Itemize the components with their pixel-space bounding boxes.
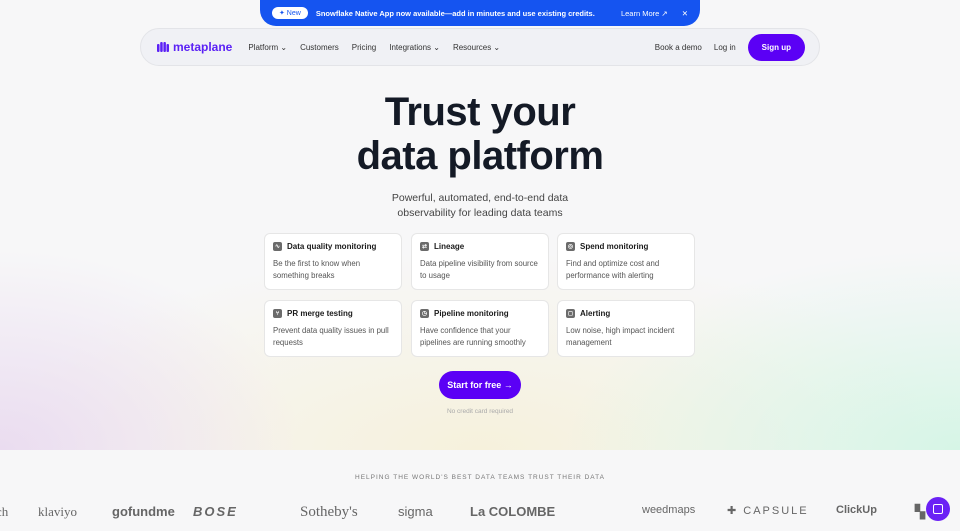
- new-badge: ✦ New: [272, 7, 308, 19]
- customer-logo: sigma: [398, 504, 433, 519]
- lineage-icon: ⇄: [420, 242, 429, 251]
- subtitle-line-1: Powerful, automated, end-to-end data: [391, 192, 569, 204]
- customer-logo: ch: [0, 504, 9, 519]
- git-merge-icon: ⑂: [273, 309, 282, 318]
- feature-description: Find and optimize cost and performance w…: [566, 259, 660, 280]
- page-title: Trust your data platform: [0, 90, 960, 178]
- feature-title: Data quality monitoring: [287, 242, 377, 251]
- feature-title-row: ⇄ Lineage: [420, 242, 540, 251]
- feature-card[interactable]: ◷ Pipeline monitoring Have confidence that…: [411, 300, 549, 357]
- feature-title-row: ∿ Data quality monitoring: [273, 242, 393, 251]
- customer-logo: gofundme: [112, 504, 175, 519]
- title-line-1: Trust your: [384, 90, 576, 134]
- nav-platform[interactable]: Platform ⌄: [248, 43, 287, 52]
- customer-logo: La COLOMBE: [470, 504, 556, 519]
- feature-card[interactable]: ◎ Spend monitoring Find and optimize cost …: [557, 233, 695, 290]
- feature-description: Prevent data quality issues in pull requ…: [273, 326, 389, 347]
- close-icon[interactable]: ✕: [682, 9, 688, 18]
- feature-title: Pipeline monitoring: [434, 309, 509, 318]
- feature-title: Lineage: [434, 242, 465, 251]
- customer-logo: ClickUp: [836, 504, 877, 516]
- customer-logo: klaviyo: [38, 504, 77, 519]
- main-nav: metaplane Platform ⌄ Customers Pricing I…: [140, 28, 820, 66]
- logo-text: metaplane: [173, 40, 233, 54]
- title-line-2: data platform: [356, 134, 604, 178]
- coin-icon: ◎: [566, 242, 575, 251]
- feature-description: Low noise, high impact incident manageme…: [566, 326, 675, 347]
- login-link[interactable]: Log in: [714, 43, 736, 52]
- metaplane-logo[interactable]: metaplane: [157, 40, 232, 54]
- trust-label: HELPING THE WORLD'S BEST DATA TEAMS TRUS…: [355, 474, 605, 481]
- feature-description: Data pipeline visibility from source to …: [420, 259, 538, 280]
- feature-description: Have confidence that your pipelines are …: [420, 326, 526, 347]
- feature-card[interactable]: ◻ Alerting Low noise, high impact incident…: [557, 300, 695, 357]
- hero-subtitle: Powerful, automated, end-to-end data obse…: [0, 191, 960, 221]
- book-demo-link[interactable]: Book a demo: [655, 43, 702, 52]
- feature-title: Spend monitoring: [580, 242, 649, 251]
- banner-message[interactable]: Snowflake Native App now available—add i…: [316, 9, 595, 18]
- learn-more-link[interactable]: Learn More ↗: [621, 9, 668, 18]
- feature-card[interactable]: ⇄ Lineage Data pipeline visibility from so…: [411, 233, 549, 290]
- start-free-button[interactable]: Start for free →: [439, 371, 521, 399]
- customer-logo: weedmaps: [642, 504, 696, 516]
- nav-customers[interactable]: Customers: [300, 43, 339, 52]
- feature-title: Alerting: [580, 309, 611, 318]
- activity-icon: ∿: [273, 242, 282, 251]
- chat-button[interactable]: [926, 497, 950, 521]
- feature-card[interactable]: ∿ Data quality monitoring Be the first to …: [264, 233, 402, 290]
- chat-icon: [933, 504, 943, 514]
- logo-icon: [157, 41, 169, 52]
- announcement-banner: ✦ New Snowflake Native App now available…: [260, 0, 700, 26]
- clock-icon: ◷: [420, 309, 429, 318]
- customer-logo: ✚ CAPSULE: [727, 505, 809, 517]
- feature-title-row: ◻ Alerting: [566, 309, 686, 318]
- no-credit-card-note: No credit card required: [446, 408, 514, 415]
- subtitle-line-2: observability for leading data teams: [397, 207, 563, 219]
- nav-resources[interactable]: Resources ⌄: [453, 43, 500, 52]
- customer-logo: BOSE: [193, 504, 238, 519]
- bell-icon: ◻: [566, 309, 575, 318]
- customer-logo: Sotheby's: [300, 504, 358, 520]
- feature-description: Be the first to know when something brea…: [273, 259, 361, 280]
- feature-title: PR merge testing: [287, 309, 353, 318]
- nav-integrations[interactable]: Integrations ⌄: [389, 43, 440, 52]
- nav-pricing[interactable]: Pricing: [352, 43, 376, 52]
- signup-button[interactable]: Sign up: [747, 33, 805, 61]
- feature-title-row: ⑂ PR merge testing: [273, 309, 393, 318]
- feature-card[interactable]: ⑂ PR merge testing Prevent data quality is…: [264, 300, 402, 357]
- feature-title-row: ◷ Pipeline monitoring: [420, 309, 540, 318]
- feature-title-row: ◎ Spend monitoring: [566, 242, 686, 251]
